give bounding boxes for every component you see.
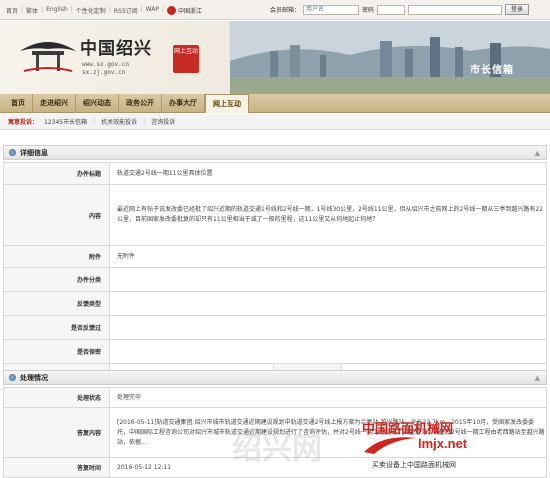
category-value bbox=[109, 267, 547, 292]
process-section-header: 处理情况 ▲ bbox=[3, 370, 547, 385]
collapse-icon[interactable]: ▲ bbox=[535, 374, 540, 382]
english-link[interactable]: English bbox=[46, 6, 68, 15]
subject-value: 轨道交通2号线一期11公里具体位置 bbox=[109, 162, 547, 185]
table-row: 是否保密 bbox=[3, 339, 547, 364]
section-bullet-icon bbox=[9, 374, 16, 381]
top-utility-bar: 首页 | 繁体 | English | 个性化定制 | RSS订阅 | WAP | 中国浙江… bbox=[0, 0, 550, 20]
home-link[interactable]: 首页 bbox=[6, 6, 18, 15]
mayor-mailbox-title: 市长信箱 bbox=[470, 65, 514, 76]
table-row: 附件 无附件 bbox=[3, 245, 547, 268]
feedback-type-label: 反馈类型 bbox=[3, 291, 110, 316]
sub-nav: 寓意投诉： 12345市长信箱 | 机关效能投诉 | 咨询投诉 bbox=[0, 114, 550, 130]
attachment-value: 无附件 bbox=[109, 245, 547, 268]
attachment-label: 附件 bbox=[3, 245, 110, 268]
table-row: 是否反馈过 bbox=[3, 315, 547, 340]
login-form: 会员邮箱： 密码 登录 bbox=[270, 4, 530, 15]
nav-item-home[interactable]: 首页 bbox=[4, 94, 33, 113]
section-bullet-icon bbox=[9, 149, 16, 156]
swoosh-logo-icon bbox=[364, 437, 416, 454]
site-banner: 中国绍兴 www.sx.gov.cn sx.zj.gov.cn 网上互动 市长信… bbox=[0, 21, 550, 94]
city-skyline-image bbox=[230, 21, 550, 94]
section-title: 详细信息 bbox=[20, 148, 48, 157]
table-row: 反馈类型 bbox=[3, 291, 547, 316]
traditional-link[interactable]: 繁体 bbox=[26, 6, 38, 15]
content-value: 最近网上有帖子说发改委已经批了绍兴近期的轨道交通1号线和2号线一期，1号线30公… bbox=[109, 184, 547, 246]
username-input[interactable] bbox=[303, 4, 360, 15]
detail-section-header: 详细信息 ▲ bbox=[3, 145, 547, 160]
table-row: 办件标题 轨道交通2号线一期11公里具体位置 bbox=[3, 162, 547, 185]
rss-link[interactable]: RSS订阅 bbox=[114, 6, 138, 15]
nav-item-gov-affairs[interactable]: 政务公开 bbox=[119, 94, 162, 113]
online-interaction-stamp: 网上互动 bbox=[173, 45, 199, 73]
has-feedback-label: 是否反馈过 bbox=[3, 315, 110, 340]
emblem-icon bbox=[167, 6, 177, 15]
reply-time-label: 答复时间 bbox=[3, 457, 110, 478]
login-button[interactable]: 登录 bbox=[505, 4, 530, 15]
subject-label: 办件标题 bbox=[3, 162, 110, 185]
nav-item-online-interaction[interactable]: 网上互动 bbox=[205, 94, 249, 113]
has-feedback-value bbox=[109, 315, 547, 340]
subnav-item-mayor-mailbox[interactable]: 12345市长信箱 bbox=[44, 117, 87, 126]
confidential-value bbox=[109, 339, 547, 364]
nav-item-services[interactable]: 办事大厅 bbox=[162, 94, 205, 113]
wap-link[interactable]: WAP bbox=[146, 6, 159, 15]
subnav-item-consult-complaint[interactable]: 咨询投诉 bbox=[151, 117, 175, 126]
email-input[interactable] bbox=[408, 4, 503, 15]
section-title: 处理情况 bbox=[20, 373, 48, 382]
watermark-domain: lmjx.net bbox=[418, 436, 468, 451]
utility-links: 首页 | 繁体 | English | 个性化定制 | RSS订阅 | WAP | 中国浙江 bbox=[6, 6, 203, 15]
subnav-current: 寓意投诉： bbox=[8, 119, 39, 126]
status-value: 处理完毕 bbox=[109, 387, 547, 408]
lmjx-watermark: 中国路面机械网 lmjx.net 买卖设备上中国路面机械网 bbox=[362, 418, 548, 476]
login-label: 会员邮箱： bbox=[270, 7, 301, 14]
table-row: 内容 最近网上有帖子说发改委已经批了绍兴近期的轨道交通1号线和2号线一期，1号线… bbox=[3, 184, 547, 246]
confidential-label: 是否保密 bbox=[3, 339, 110, 364]
zhejiang-gov-link[interactable]: 中国浙江 bbox=[167, 6, 202, 15]
shaoxing-watermark: 绍兴网 bbox=[232, 432, 322, 467]
watermark-tagline: 买卖设备上中国路面机械网 bbox=[372, 460, 456, 470]
nav-item-about[interactable]: 走进绍兴 bbox=[33, 94, 76, 113]
table-row: 处理状态 处理完毕 bbox=[3, 387, 547, 408]
reply-label: 答复内容 bbox=[3, 407, 110, 458]
main-nav: 首页 走进绍兴 绍兴动态 政务公开 办事大厅 网上互动 bbox=[0, 94, 550, 113]
subnav-item-efficiency-complaint[interactable]: 机关效能投诉 bbox=[101, 117, 137, 126]
status-label: 处理状态 bbox=[3, 387, 110, 408]
customize-link[interactable]: 个性化定制 bbox=[76, 6, 106, 15]
feedback-type-value bbox=[109, 291, 547, 316]
roof-logo-icon bbox=[20, 42, 76, 72]
content-label: 内容 bbox=[3, 184, 110, 246]
category-label: 办件分类 bbox=[3, 267, 110, 292]
site-url: www.sx.gov.cn sx.zj.gov.cn bbox=[82, 61, 129, 76]
site-title: 中国绍兴 bbox=[80, 39, 152, 59]
table-row: 办件分类 bbox=[3, 267, 547, 292]
nav-item-news[interactable]: 绍兴动态 bbox=[76, 94, 119, 113]
password-input[interactable] bbox=[377, 4, 406, 15]
collapse-icon[interactable]: ▲ bbox=[535, 149, 540, 157]
detail-table: 办件标题 轨道交通2号线一期11公里具体位置 内容 最近网上有帖子说发改委已经批… bbox=[3, 162, 547, 384]
password-label: 密码 bbox=[362, 7, 375, 14]
